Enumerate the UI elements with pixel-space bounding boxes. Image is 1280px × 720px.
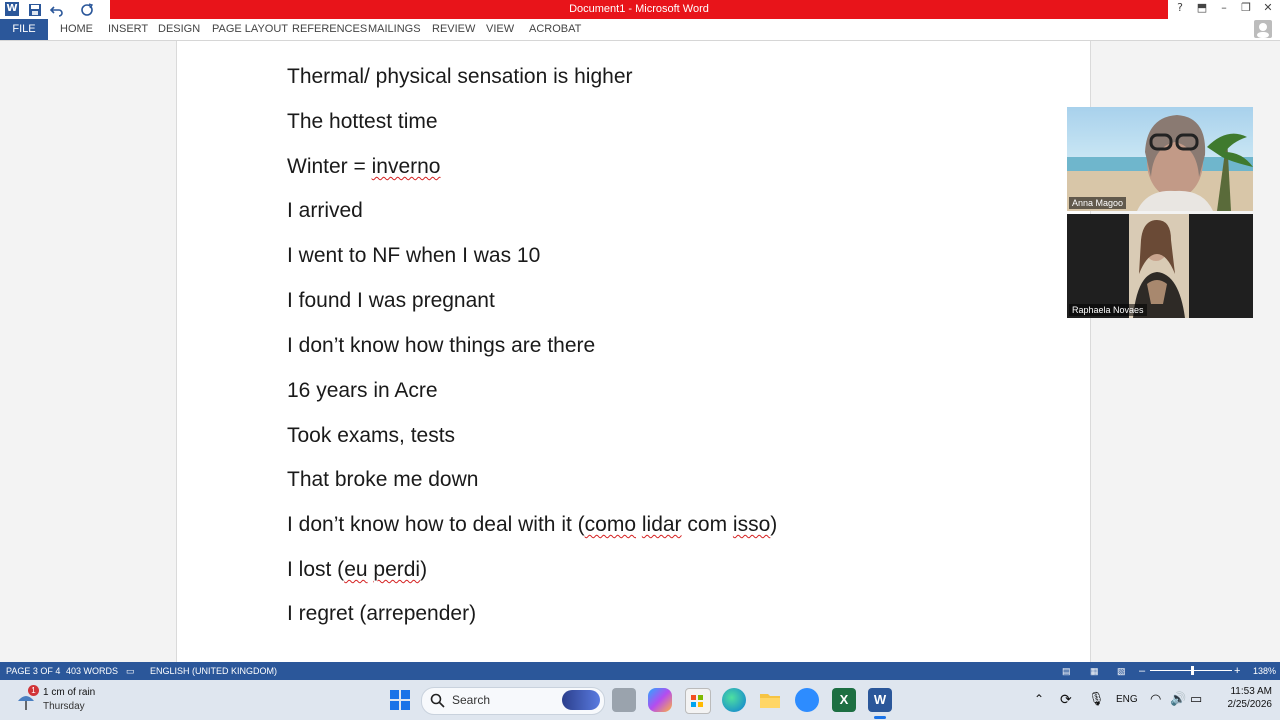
tab-file[interactable]: FILE [0, 19, 48, 40]
microphone-icon[interactable]: 🎙 [1088, 691, 1105, 707]
tab-references[interactable]: REFERENCES [292, 19, 367, 40]
start-button[interactable] [388, 688, 412, 712]
video-tile-raphaela[interactable]: Raphaela Novaes [1067, 214, 1253, 318]
text-line: I don’t know how things are there [287, 334, 596, 357]
text-line: I regret (arrepender) [287, 602, 477, 625]
tab-insert[interactable]: INSERT [108, 19, 148, 40]
misspelled-word[interactable]: lidar [642, 513, 682, 536]
participant-video-icon [1129, 214, 1189, 318]
zoom-app-icon[interactable] [795, 688, 819, 712]
title-bar: W Document1 - Microsoft Word ? ⬒ – ❐ ✕ [0, 0, 1280, 19]
text-line: The hottest time [287, 110, 438, 133]
text-segment: I lost ( [287, 558, 345, 581]
file-explorer-icon[interactable] [758, 688, 782, 712]
save-icon[interactable] [28, 2, 42, 16]
participant-name: Raphaela Novaes [1069, 304, 1147, 316]
word-app-icon[interactable]: W [5, 2, 19, 16]
text-line: I don’t know how to deal with it (como l… [287, 513, 777, 537]
text-line: That broke me down [287, 468, 479, 491]
minimize-button[interactable]: – [1215, 1, 1233, 14]
help-button[interactable]: ? [1171, 1, 1189, 14]
zoom-level[interactable]: 138% [1253, 662, 1276, 680]
text-segment: ) [420, 558, 428, 581]
zoom-in-button[interactable]: + [1234, 662, 1240, 680]
edge-browser-icon[interactable] [722, 688, 746, 712]
input-language[interactable]: ENG [1116, 694, 1138, 705]
restore-button[interactable]: ❐ [1237, 1, 1255, 14]
misspelled-word[interactable]: inverno [372, 155, 441, 178]
tab-acrobat[interactable]: ACROBAT [529, 19, 581, 40]
read-mode-icon[interactable]: ▤ [1062, 662, 1071, 680]
weather-alert-badge: 1 [28, 685, 39, 696]
page-count-status[interactable]: PAGE 3 OF 4 [6, 662, 60, 680]
taskbar: 1 1 cm of rain Thursday Search X W ⌃ ⟳ 🎙… [0, 680, 1280, 720]
wifi-icon[interactable]: ◠ [1150, 691, 1161, 707]
microsoft-store-icon[interactable] [685, 688, 711, 714]
document-page[interactable]: Thermal/ physical sensation is higher Th… [176, 41, 1091, 662]
video-tile-anna[interactable]: Anna Magoo [1067, 107, 1253, 211]
task-view-icon[interactable] [612, 688, 636, 712]
taskbar-search[interactable]: Search [421, 687, 605, 715]
active-app-indicator [874, 716, 886, 719]
clock-date: 2/25/2026 [1227, 699, 1273, 710]
volume-icon[interactable]: 🔊 [1170, 691, 1186, 707]
tray-overflow-icon[interactable]: ⌃ [1034, 692, 1044, 706]
text-line: Thermal/ physical sensation is higher [287, 65, 633, 88]
text-line: 16 years in Acre [287, 379, 438, 402]
text-line: Winter = inverno [287, 155, 441, 179]
tab-home[interactable]: HOME [60, 19, 93, 40]
participant-name: Anna Magoo [1069, 197, 1127, 209]
misspelled-word[interactable]: como [585, 513, 636, 536]
undo-icon[interactable] [49, 2, 64, 17]
close-button[interactable]: ✕ [1259, 1, 1277, 14]
text-line: I lost (eu perdi) [287, 558, 427, 582]
excel-icon[interactable]: X [832, 688, 856, 712]
language-status[interactable]: ENGLISH (UNITED KINGDOM) [150, 662, 277, 680]
window-title: Document1 - Microsoft Word [110, 0, 1168, 19]
search-highlight-icon [562, 690, 600, 710]
word-taskbar-icon[interactable]: W [868, 688, 892, 712]
status-bar: PAGE 3 OF 4 403 WORDS ▭ ENGLISH (UNITED … [0, 662, 1280, 680]
web-layout-icon[interactable]: ▧ [1117, 662, 1126, 680]
text-segment: ) [770, 513, 778, 536]
search-icon [430, 693, 445, 708]
tab-view[interactable]: VIEW [486, 19, 514, 40]
tab-page-layout[interactable]: PAGE LAYOUT [212, 19, 288, 40]
proofing-icon[interactable]: ▭ [126, 662, 135, 680]
search-placeholder: Search [452, 693, 491, 707]
weather-widget[interactable]: 1 1 cm of rain Thursday [14, 685, 124, 715]
text-segment: I don’t know how to deal with it ( [287, 513, 585, 536]
participant-video-icon [1067, 115, 1253, 211]
clock-time: 11:53 AM [1230, 686, 1272, 697]
ribbon-display-icon[interactable]: ⬒ [1193, 1, 1211, 14]
tab-design[interactable]: DESIGN [158, 19, 200, 40]
print-layout-icon[interactable]: ▦ [1090, 662, 1099, 680]
text-line: I found I was pregnant [287, 289, 495, 312]
misspelled-word[interactable]: perdi [373, 558, 420, 581]
ribbon-tabs: FILE HOME INSERT DESIGN PAGE LAYOUT REFE… [0, 19, 1280, 41]
text-line: Took exams, tests [287, 424, 456, 447]
weather-text: 1 cm of rain [43, 687, 96, 698]
weather-day: Thursday [43, 701, 85, 712]
copilot-icon[interactable] [648, 688, 672, 712]
misspelled-word[interactable]: isso [733, 513, 770, 536]
clock[interactable]: 11:53 AM 2/25/2026 [1208, 686, 1273, 710]
battery-icon[interactable]: ▭ [1190, 691, 1202, 707]
text-line: I went to NF when I was 10 [287, 244, 541, 267]
text-line: I arrived [287, 199, 363, 222]
zoom-slider-thumb[interactable] [1191, 666, 1194, 675]
sync-icon[interactable]: ⟳ [1060, 691, 1072, 708]
user-avatar-icon[interactable] [1254, 20, 1272, 38]
text-segment: Winter = [287, 155, 372, 178]
word-count-status[interactable]: 403 WORDS [66, 662, 118, 680]
misspelled-word[interactable]: eu [344, 558, 367, 581]
redo-icon[interactable] [80, 2, 94, 16]
tab-review[interactable]: REVIEW [432, 19, 475, 40]
zoom-out-button[interactable]: – [1139, 662, 1145, 680]
text-segment: com [687, 513, 728, 536]
tab-mailings[interactable]: MAILINGS [368, 19, 421, 40]
